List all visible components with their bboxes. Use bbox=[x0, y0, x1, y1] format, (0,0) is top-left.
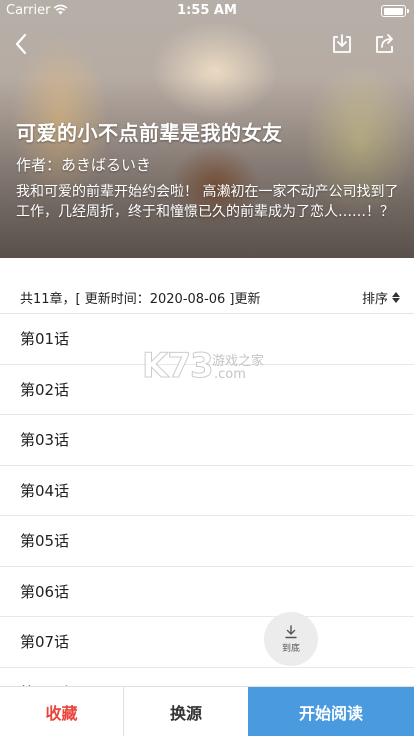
favorite-button[interactable]: 收藏 bbox=[0, 687, 124, 736]
share-button[interactable] bbox=[373, 32, 397, 56]
scroll-to-bottom-button[interactable]: 到底 bbox=[264, 612, 318, 666]
sort-button[interactable]: 排序 bbox=[362, 288, 400, 307]
arrow-down-to-line-icon bbox=[285, 624, 297, 638]
book-title: 可爱的小不点前辈是我的女友 bbox=[16, 121, 283, 145]
download-icon bbox=[333, 34, 351, 53]
chapter-item[interactable]: 第01话 bbox=[0, 314, 414, 365]
status-bar: Carrier 1:55 AM bbox=[0, 0, 414, 22]
share-icon bbox=[376, 34, 393, 53]
start-reading-button[interactable]: 开始阅读 bbox=[248, 687, 414, 736]
download-button[interactable] bbox=[330, 32, 354, 56]
sort-icon bbox=[392, 292, 400, 303]
chapter-item[interactable]: 第03话 bbox=[0, 415, 414, 466]
back-button[interactable] bbox=[10, 32, 34, 56]
chapter-item[interactable]: 第07话 bbox=[0, 617, 414, 668]
chapter-summary: 共11章，[ 更新时间：2020-08-06 ]更新 bbox=[20, 292, 261, 307]
book-author: 作者：あきばるいき bbox=[16, 156, 152, 174]
book-info: 可爱的小不点前辈是我的女友 作者：あきばるいき 我和可爱的前辈开始约会啦！ 高濑… bbox=[16, 118, 404, 222]
chevron-left-icon bbox=[15, 33, 27, 55]
bottom-action-bar: 收藏 换源 开始阅读 bbox=[0, 686, 414, 736]
book-description: 我和可爱的前辈开始约会啦！ 高濑初在一家不动产公司找到了工作，几经周折，终于和憧… bbox=[16, 184, 399, 220]
status-time: 1:55 AM bbox=[177, 3, 237, 18]
chapter-list: 第01话 第02话 第03话 第04话 第05话 第06话 第07话 第08话 bbox=[0, 314, 414, 718]
switch-source-button[interactable]: 换源 bbox=[124, 687, 248, 736]
chapter-item[interactable]: 第02话 bbox=[0, 364, 414, 415]
chapter-item[interactable]: 第06话 bbox=[0, 566, 414, 617]
chapter-item[interactable]: 第05话 bbox=[0, 516, 414, 567]
battery-icon bbox=[381, 5, 409, 17]
chapter-item[interactable]: 第04话 bbox=[0, 465, 414, 516]
scroll-to-bottom-label: 到底 bbox=[281, 643, 300, 654]
chapter-header: 共11章，[ 更新时间：2020-08-06 ]更新 排序 bbox=[0, 258, 414, 314]
sort-label: 排序 bbox=[361, 292, 388, 307]
